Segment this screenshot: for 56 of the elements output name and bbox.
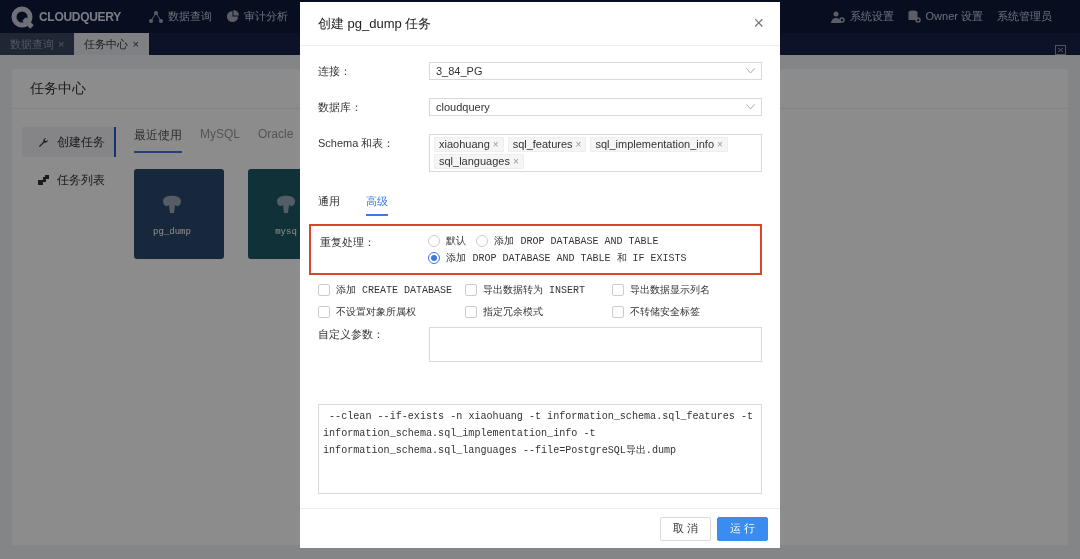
nav-item[interactable]: 数据查询	[148, 9, 212, 24]
dialog-tab[interactable]: 高级	[366, 194, 388, 216]
close-button[interactable]: ×	[753, 13, 764, 34]
checkbox-option[interactable]: 不转储安全标签	[612, 305, 762, 319]
checkbox-option[interactable]: 指定冗余模式	[465, 305, 612, 319]
tag[interactable]: sql_implementation_info ×	[590, 137, 728, 152]
tag[interactable]: sql_features ×	[507, 137, 587, 152]
nodes-icon	[148, 10, 163, 23]
radio-option[interactable]: 添加 DROP DATABASE AND TABLE 和 IF EXISTS	[428, 251, 687, 265]
field-label: 数据库：	[318, 100, 363, 115]
checkbox-option[interactable]: 导出数据显示列名	[612, 283, 762, 297]
sidebar-item[interactable]: 创建任务	[22, 127, 116, 157]
nav-item[interactable]: Owner 设置	[907, 9, 983, 24]
dialog-tab[interactable]: 通用	[318, 194, 340, 216]
blocks-icon	[38, 175, 49, 185]
field-label: Schema 和表：	[318, 136, 396, 151]
database-gear-icon	[907, 10, 921, 23]
checkbox[interactable]	[612, 284, 624, 296]
chevron-down-icon	[746, 104, 755, 110]
checkbox[interactable]	[465, 284, 477, 296]
sidebar-item[interactable]: 任务列表	[22, 165, 116, 195]
cancel-button[interactable]: 取 消	[659, 516, 711, 541]
select-field[interactable]: 3_84_PG	[429, 62, 762, 80]
checkbox[interactable]	[318, 306, 330, 318]
dialog-title: 创建 pg_dump 任务	[318, 14, 432, 33]
radio-option[interactable]: 添加 DROP DATABASE AND TABLE	[476, 234, 659, 248]
radio-option[interactable]: 默认	[428, 234, 467, 248]
logo-text: CLOUDQUERY	[39, 9, 121, 24]
tags-field[interactable]: xiaohuang × sql_features × sql_implementation_info × sql_languages ×	[429, 134, 762, 172]
close-all-icon[interactable]	[1055, 45, 1066, 55]
checkbox[interactable]	[465, 306, 477, 318]
wrench-icon	[38, 136, 49, 148]
checkbox[interactable]	[318, 284, 330, 296]
command-field[interactable]: --clean --if-exists -n xiaohuang -t information_schema.sql_features -t information_schema.sql_implementation_info -t information_schema.sql_languages --file=PostgreSQL导出.dump	[318, 404, 762, 494]
text-area[interactable]	[429, 327, 762, 362]
select-field[interactable]: cloudquery	[429, 98, 762, 116]
close-icon[interactable]: ×	[132, 38, 139, 50]
checkbox-option[interactable]: 导出数据转为 INSERT	[465, 283, 612, 297]
logo-icon	[10, 4, 34, 29]
category-tab[interactable]: 最近使用	[134, 127, 182, 153]
page-title: 任务中心	[30, 79, 86, 98]
field-label: 连接：	[318, 64, 352, 79]
tag[interactable]: sql_languages ×	[434, 154, 524, 169]
nav-item[interactable]: 系统管理员	[997, 9, 1052, 24]
checkbox[interactable]	[612, 306, 624, 318]
checkbox-option[interactable]: 不设置对象所属权	[318, 305, 465, 319]
nav-item[interactable]: 审计分析	[225, 9, 288, 24]
user-gear-icon	[830, 10, 845, 23]
tool-tile[interactable]: pg_dump	[134, 169, 224, 259]
chevron-down-icon	[746, 68, 755, 74]
page-tab[interactable]: 任务中心 ×	[74, 33, 149, 55]
field-label: 自定义参数：	[318, 327, 385, 342]
tag[interactable]: xiaohuang ×	[434, 137, 504, 152]
nav-item[interactable]: 系统设置	[830, 9, 894, 24]
pie-chart-icon	[225, 10, 239, 23]
checkbox-option[interactable]: 添加 CREATE DATABASE	[318, 283, 465, 297]
